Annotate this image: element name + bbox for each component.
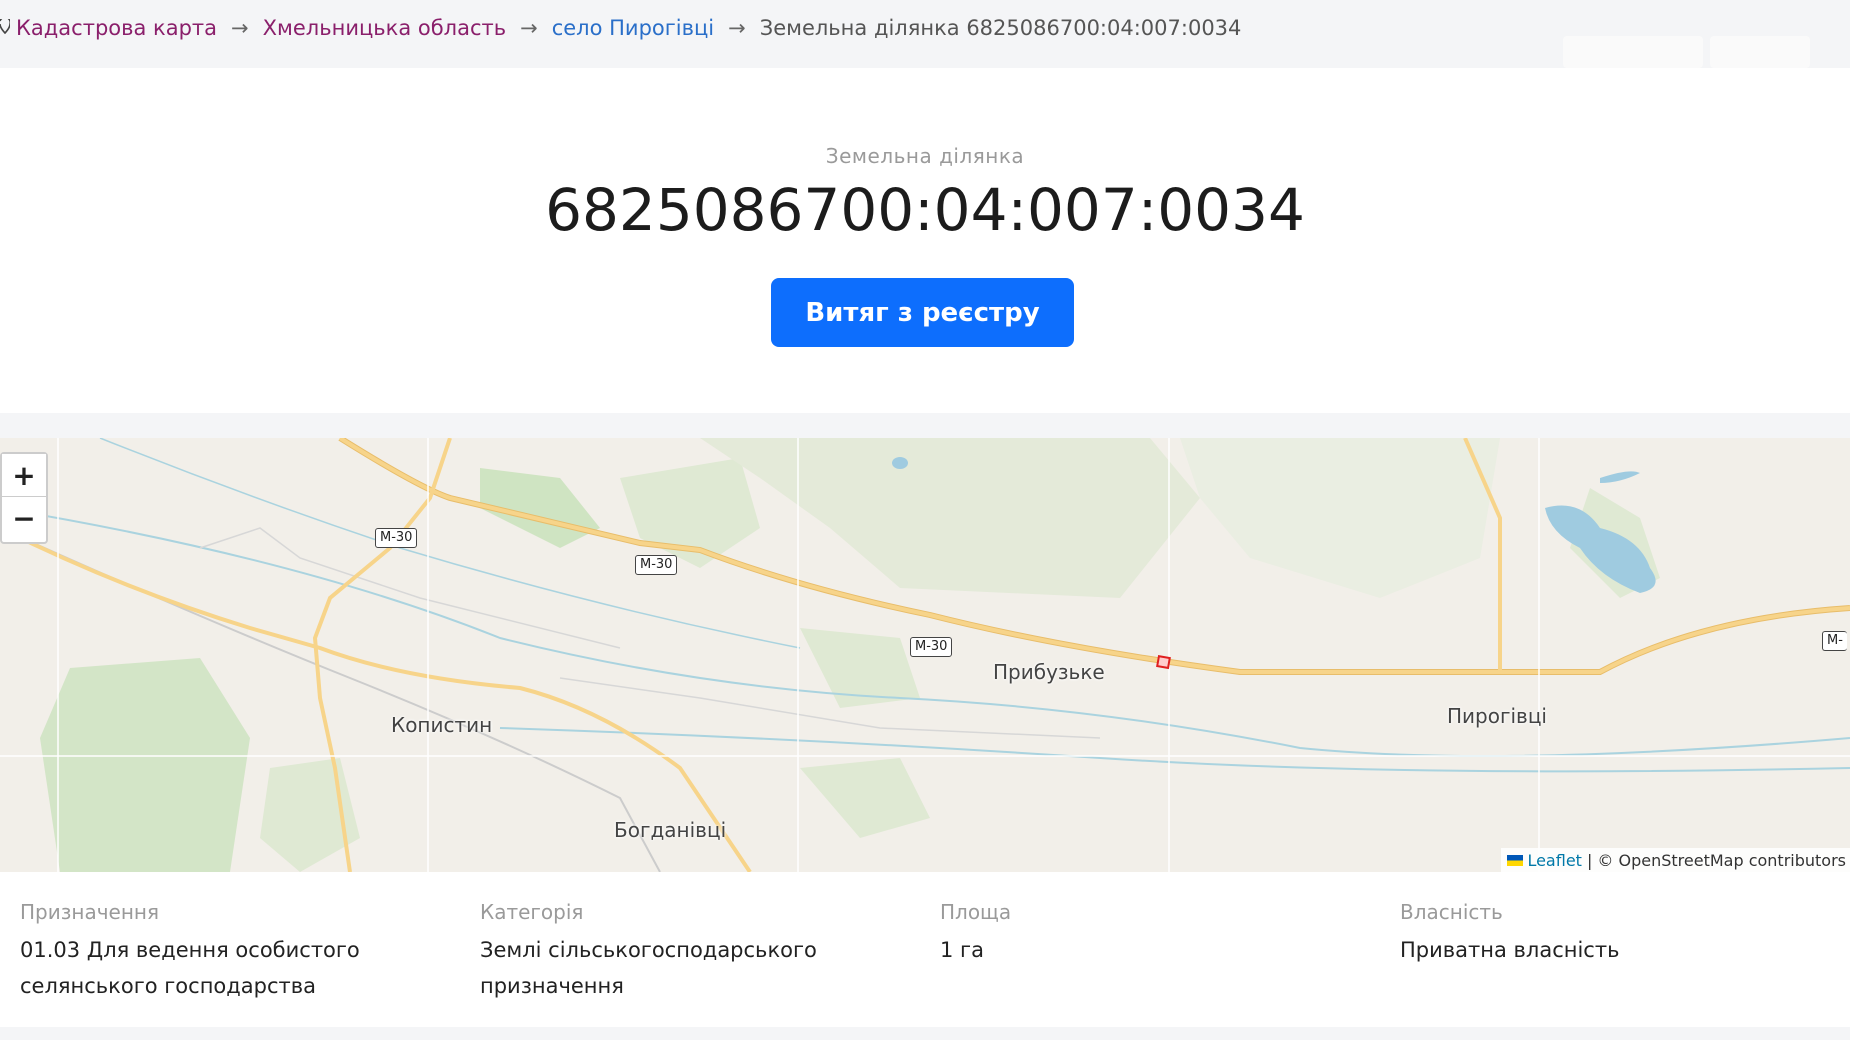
zoom-out-button[interactable]: − [2,497,46,540]
info-purpose: Призначення 01.03 Для ведення особистого… [20,900,460,1004]
parcel-info: Призначення 01.03 Для ведення особистого… [0,872,1850,1027]
breadcrumb-link-village[interactable]: село Пирогівці [552,16,714,40]
info-category: Категорія Землі сільськогосподарського п… [480,900,920,1004]
zoom-in-button[interactable]: + [2,454,46,497]
forest-area [40,658,250,872]
attribution-text: | © OpenStreetMap contributors [1586,850,1846,870]
info-ownership: Власність Приватна власність [1400,900,1840,968]
info-area-value: 1 га [940,938,984,962]
breadcrumb-separator: → [520,16,538,40]
breadcrumb-separator: → [231,16,249,40]
faded-logo [1563,36,1703,68]
breadcrumb: Кадастрова карта → Хмельницька область →… [0,16,1241,40]
info-purpose-label: Призначення [20,900,160,924]
leaflet-link[interactable]: Leaflet [1527,851,1581,870]
road-shield-m30: М-30 [910,637,953,657]
parcel-marker[interactable] [1156,655,1171,670]
info-area: Площа 1 га [940,900,1380,968]
top-bar: Кадастрова карта → Хмельницька область →… [0,0,1850,68]
road-shield-m30: М-30 [375,528,418,548]
forest-area [1180,438,1500,598]
lake [1600,471,1640,483]
map-zoom-control: + − [0,452,48,544]
road-shield-m30: М-30 [635,555,678,575]
road-shield-m30: М- [1822,631,1847,651]
place-label-pyrohivtsi: Пирогівці [1447,704,1547,728]
map-attribution: Leaflet | © OpenStreetMap contributors [1501,848,1850,872]
parcel-subtitle: Земельна ділянка [825,144,1025,168]
faded-control [1710,36,1810,68]
pond [892,457,908,469]
place-label-kopystyn: Копистин [391,713,493,737]
location-pin-icon [0,19,10,35]
forest-area [800,758,930,838]
registry-extract-button[interactable]: Витяг з реєстру [771,278,1074,347]
forest-area [260,758,360,872]
info-ownership-label: Власність [1400,900,1503,924]
ukraine-flag-icon [1507,854,1524,866]
place-label-bohdanivtsi: Богданівці [614,818,727,842]
breadcrumb-current: Земельна ділянка 6825086700:04:007:0034 [759,16,1242,40]
info-purpose-value: 01.03 Для ведення особистого селянського… [20,938,360,998]
info-category-label: Категорія [480,900,584,924]
stream [499,727,1850,773]
breadcrumb-link-cadastral-map[interactable]: Кадастрова карта [16,16,217,40]
map[interactable]: М-30 М-30 М-30 М- Прибузьке Пирогівці Ко… [0,438,1850,872]
info-ownership-value: Приватна власність [1400,938,1620,962]
breadcrumb-separator: → [728,16,746,40]
parcel-cadastral-number: 6825086700:04:007:0034 [545,176,1305,244]
place-label-prybuzke: Прибузьке [993,660,1105,684]
info-area-label: Площа [940,900,1012,924]
breadcrumb-link-region[interactable]: Хмельницька область [263,16,506,40]
info-category-value: Землі сільськогосподарського призначення [480,938,817,998]
